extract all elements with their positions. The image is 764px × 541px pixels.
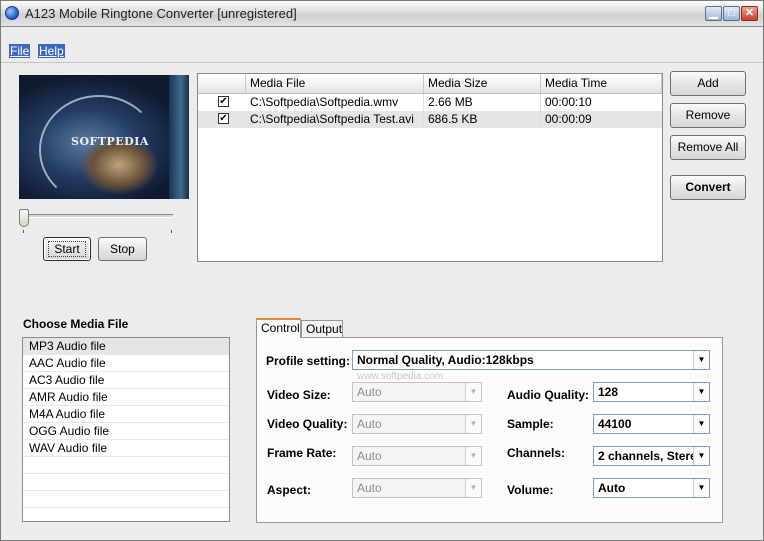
- close-icon: ✕: [744, 7, 755, 19]
- video-quality-label: Video Quality:: [267, 417, 348, 431]
- audio-quality-value: 128: [598, 385, 619, 399]
- sample-select[interactable]: 44100 ▼: [593, 414, 710, 434]
- header-media-size[interactable]: Media Size: [424, 74, 541, 94]
- menu-help[interactable]: Help: [38, 44, 65, 58]
- chevron-down-icon[interactable]: ▼: [693, 383, 709, 401]
- menubar-spacer: [1, 27, 763, 41]
- seek-slider-thumb[interactable]: [19, 209, 29, 227]
- profile-setting-label: Profile setting:: [266, 354, 351, 368]
- maximize-icon: □: [728, 7, 735, 19]
- profile-setting-value: Normal Quality, Audio:128kbps: [357, 353, 534, 367]
- list-item[interactable]: WAV Audio file: [23, 440, 229, 457]
- frame-rate-value: Auto: [357, 449, 382, 463]
- row-file: C:\Softpedia\Softpedia.wmv: [246, 94, 424, 111]
- audio-quality-label: Audio Quality:: [507, 388, 589, 402]
- table-row[interactable]: ✔ C:\Softpedia\Softpedia Test.avi 686.5 …: [198, 111, 662, 128]
- video-size-label: Video Size:: [267, 388, 331, 402]
- video-quality-value: Auto: [357, 417, 382, 431]
- tab-control[interactable]: Control: [256, 318, 301, 338]
- seek-slider-track[interactable]: [21, 214, 174, 218]
- media-file-table: Media File Media Size Media Time ✔ C:\So…: [197, 73, 663, 262]
- table-row[interactable]: ✔ C:\Softpedia\Softpedia.wmv 2.66 MB 00:…: [198, 94, 662, 111]
- preview-logo: SOFTPEDIA: [71, 135, 149, 148]
- row-size: 2.66 MB: [424, 94, 541, 111]
- chevron-down-icon[interactable]: ▼: [465, 383, 481, 401]
- media-format-list: MP3 Audio file AAC Audio file AC3 Audio …: [22, 337, 230, 522]
- frame-rate-label: Frame Rate:: [267, 446, 337, 460]
- list-item-empty[interactable]: [23, 474, 229, 491]
- aspect-select[interactable]: Auto ▼: [352, 478, 482, 498]
- list-item[interactable]: AAC Audio file: [23, 355, 229, 372]
- title-bar[interactable]: A123 Mobile Ringtone Converter [unregist…: [1, 1, 763, 27]
- channels-select[interactable]: 2 channels, Stereo ▼: [593, 446, 710, 466]
- start-button[interactable]: Start: [43, 237, 91, 261]
- chevron-down-icon[interactable]: ▼: [693, 351, 709, 369]
- chevron-down-icon[interactable]: ▼: [465, 447, 481, 465]
- aspect-value: Auto: [357, 481, 382, 495]
- remove-all-button[interactable]: Remove All: [670, 135, 746, 160]
- row-file: C:\Softpedia\Softpedia Test.avi: [246, 111, 424, 128]
- minimize-icon: ▁: [709, 7, 718, 19]
- menu-file[interactable]: File: [9, 44, 31, 58]
- app-icon: [5, 6, 19, 20]
- header-media-time[interactable]: Media Time: [541, 74, 662, 94]
- header-media-file[interactable]: Media File: [246, 74, 424, 94]
- chevron-down-icon[interactable]: ▼: [693, 479, 709, 497]
- sample-value: 44100: [598, 417, 632, 431]
- maximize-button[interactable]: □: [723, 6, 740, 21]
- remove-button[interactable]: Remove: [670, 103, 746, 128]
- list-item-empty[interactable]: [23, 491, 229, 508]
- list-item[interactable]: M4A Audio file: [23, 406, 229, 423]
- volume-value: Auto: [598, 481, 626, 495]
- slider-tick: [171, 230, 172, 233]
- volume-select[interactable]: Auto ▼: [593, 478, 710, 498]
- sample-label: Sample:: [507, 417, 554, 431]
- row-checkbox[interactable]: ✔: [218, 96, 229, 107]
- row-time: 00:00:10: [545, 95, 592, 109]
- list-item[interactable]: OGG Audio file: [23, 423, 229, 440]
- video-size-value: Auto: [357, 385, 382, 399]
- window-title: A123 Mobile Ringtone Converter [unregist…: [25, 6, 297, 21]
- add-button[interactable]: Add: [670, 71, 746, 96]
- chevron-down-icon[interactable]: ▼: [693, 415, 709, 433]
- channels-value: 2 channels, Stereo: [598, 449, 705, 463]
- header-check-column[interactable]: [198, 74, 246, 94]
- row-time: 00:00:09: [545, 112, 592, 126]
- list-item[interactable]: AC3 Audio file: [23, 372, 229, 389]
- channels-label: Channels:: [507, 446, 566, 460]
- choose-media-title: Choose Media File: [23, 317, 129, 331]
- chevron-down-icon[interactable]: ▼: [465, 415, 481, 433]
- chevron-down-icon[interactable]: ▼: [465, 479, 481, 497]
- softpedia-watermark: www.softpedia.com: [357, 371, 444, 382]
- video-quality-select[interactable]: Auto ▼: [352, 414, 482, 434]
- minimize-button[interactable]: ▁: [705, 6, 722, 21]
- aspect-label: Aspect:: [267, 483, 312, 497]
- close-button[interactable]: ✕: [741, 6, 758, 21]
- chevron-down-icon[interactable]: ▼: [693, 447, 709, 465]
- table-header: Media File Media Size Media Time: [198, 74, 662, 94]
- frame-rate-select[interactable]: Auto ▼: [352, 446, 482, 466]
- audio-quality-select[interactable]: 128 ▼: [593, 382, 710, 402]
- app-window: A123 Mobile Ringtone Converter [unregist…: [0, 0, 764, 541]
- list-item[interactable]: AMR Audio file: [23, 389, 229, 406]
- menu-bar: File Help: [1, 41, 763, 61]
- list-item[interactable]: MP3 Audio file: [23, 338, 229, 355]
- profile-setting-select[interactable]: Normal Quality, Audio:128kbps ▼: [352, 350, 710, 370]
- slider-tick: [23, 230, 24, 233]
- menu-divider: [1, 62, 763, 63]
- start-button-label: Start: [48, 241, 86, 257]
- volume-label: Volume:: [507, 483, 554, 497]
- list-item-empty[interactable]: [23, 457, 229, 474]
- tab-output[interactable]: Output: [301, 320, 343, 338]
- row-checkbox[interactable]: ✔: [218, 113, 229, 124]
- preview-image-edge: [169, 75, 189, 199]
- row-size: 686.5 KB: [424, 111, 541, 128]
- video-size-select[interactable]: Auto ▼: [352, 382, 482, 402]
- stop-button[interactable]: Stop: [98, 237, 147, 261]
- convert-button[interactable]: Convert: [670, 175, 746, 200]
- video-preview: SOFTPEDIA: [19, 75, 189, 199]
